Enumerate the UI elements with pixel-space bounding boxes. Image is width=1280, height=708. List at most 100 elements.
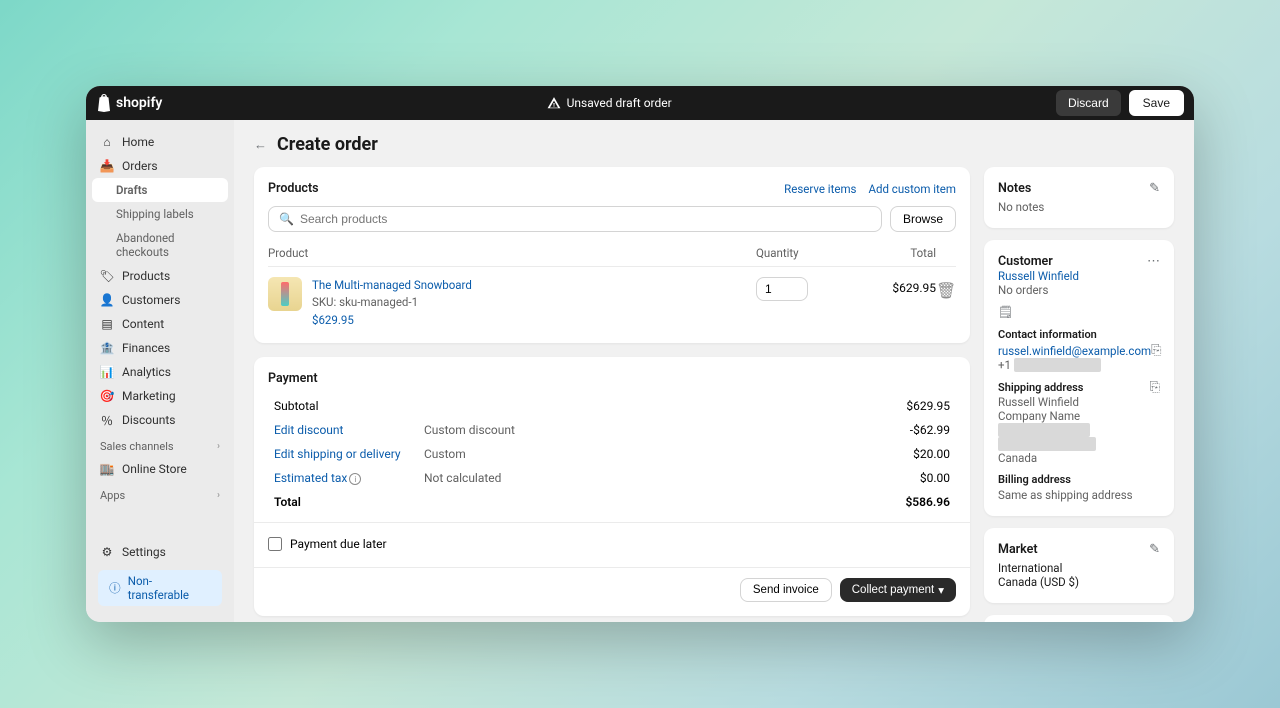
tag-icon: 🏷 <box>100 269 114 283</box>
notes-title: Notes <box>998 181 1031 196</box>
add-custom-item-link[interactable]: Add custom item <box>868 182 956 196</box>
qty-cell <box>756 277 846 301</box>
market-line2: Canada (USD $) <box>998 575 1160 589</box>
customer-email-link[interactable]: russel.winfield@example.com <box>998 344 1151 358</box>
product-thumbnail[interactable] <box>268 277 302 311</box>
quantity-input[interactable] <box>756 277 808 301</box>
chevron-right-icon: › <box>217 490 220 501</box>
search-products-input[interactable] <box>300 212 871 226</box>
nav-online-store-label: Online Store <box>122 462 187 476</box>
nav-discounts-label: Discounts <box>122 413 175 427</box>
nav-orders[interactable]: 📥 Orders <box>92 154 228 178</box>
tags-card: Tags ✎ <box>984 615 1174 622</box>
send-invoice-button[interactable]: Send invoice <box>740 578 832 602</box>
topbar-status: Unsaved draft order <box>162 96 1056 110</box>
apps-label: Apps <box>100 489 125 502</box>
payment-title: Payment <box>268 371 956 386</box>
main-column: Products Reserve items Add custom item 🔍 <box>254 167 970 622</box>
nav-customers[interactable]: 👤Customers <box>92 288 228 312</box>
sidebar-bottom: ⚙Settings ⓘ Non-transferable <box>92 540 228 612</box>
ship-line2: ████ ██ ███ ██ <box>998 437 1160 451</box>
customer-phone: +1 ███ ███ ████ <box>998 358 1160 372</box>
sidebar: ⌂Home 📥 Orders Drafts Shipping labels Aba… <box>86 120 234 622</box>
nav-orders-label: Orders <box>122 159 158 173</box>
notes-text: No notes <box>998 200 1160 214</box>
payment-due-later-checkbox[interactable] <box>268 537 282 551</box>
page-title: Create order <box>277 134 378 155</box>
col-qty-header: Quantity <box>756 246 846 260</box>
tax-info-icon[interactable]: i <box>349 473 361 485</box>
info-icon: ⓘ <box>108 581 122 595</box>
brand-logo[interactable]: shopify <box>96 94 162 112</box>
billing-text: Same as shipping address <box>998 488 1160 502</box>
shipping-amt: $20.00 <box>860 447 950 461</box>
orders-icon: 📥 <box>100 159 114 173</box>
collect-payment-button[interactable]: Collect payment ▾ <box>840 578 956 602</box>
shipping-row: Edit shipping or delivery Custom $20.00 <box>274 442 950 466</box>
search-row: 🔍 Browse <box>268 206 956 232</box>
notes-card: Notes ✎ No notes <box>984 167 1174 228</box>
nav-section-sales[interactable]: Sales channels› <box>92 432 228 457</box>
payment-card: Payment Subtotal $629.95 Edit discount C… <box>254 357 970 617</box>
contact-info-label: Contact information <box>998 328 1160 341</box>
nav-discounts[interactable]: ％Discounts <box>92 408 228 432</box>
products-table-header: Product Quantity Total <box>268 242 956 267</box>
nav-products[interactable]: 🏷Products <box>92 264 228 288</box>
nav-home[interactable]: ⌂Home <box>92 130 228 154</box>
discount-amt: -$62.99 <box>860 423 950 437</box>
nav-section-apps[interactable]: Apps › <box>92 481 228 506</box>
edit-market-icon[interactable]: ✎ <box>1149 542 1160 557</box>
customer-more-icon[interactable]: ⋯ <box>1147 254 1160 269</box>
person-icon: 👤 <box>100 293 114 307</box>
store-icon: 🏬 <box>100 462 114 476</box>
nav-marketing[interactable]: 🎯Marketing <box>92 384 228 408</box>
product-price-link[interactable]: $629.95 <box>312 312 756 329</box>
analytics-icon: 📊 <box>100 365 114 379</box>
ship-name: Russell Winfield <box>998 395 1160 409</box>
discard-button[interactable]: Discard <box>1056 90 1121 116</box>
save-button[interactable]: Save <box>1129 90 1184 116</box>
nav-shipping-labels[interactable]: Shipping labels <box>92 202 228 226</box>
nav-drafts[interactable]: Drafts <box>92 178 228 202</box>
back-arrow-icon[interactable]: ← <box>254 137 267 153</box>
col-total-header: Total <box>846 246 936 260</box>
customer-header: Customer ⋯ <box>998 254 1160 269</box>
finances-icon: 🏦 <box>100 341 114 355</box>
main-area: ⌂Home 📥 Orders Drafts Shipping labels Aba… <box>86 120 1194 622</box>
page-header: ← Create order <box>254 134 1174 155</box>
product-row: The Multi-managed Snowboard SKU: sku-man… <box>268 267 956 329</box>
search-products-input-wrapper[interactable]: 🔍 <box>268 206 882 232</box>
chevron-down-icon: ▾ <box>938 583 944 597</box>
nav-settings[interactable]: ⚙Settings <box>92 540 228 564</box>
ship-country: Canada <box>998 451 1160 465</box>
tax-desc: Not calculated <box>424 471 860 485</box>
edit-shipping-link[interactable]: Edit shipping or delivery <box>274 447 424 461</box>
total-amt: $586.96 <box>860 495 950 509</box>
edit-notes-icon[interactable]: ✎ <box>1149 181 1160 196</box>
notes-header: Notes ✎ <box>998 181 1160 196</box>
total-label: Total <box>274 495 424 509</box>
nav-abandoned[interactable]: Abandoned checkouts <box>92 226 228 264</box>
copy-email-icon[interactable]: ⎘ <box>1151 343 1161 358</box>
nav-online-store[interactable]: 🏬 Online Store <box>92 457 228 481</box>
edit-discount-link[interactable]: Edit discount <box>274 423 424 437</box>
content-area: ← Create order Products Reserve items Ad… <box>234 120 1194 622</box>
nav-abandoned-label: Abandoned checkouts <box>116 231 220 259</box>
nav-finances[interactable]: 🏦Finances <box>92 336 228 360</box>
reserve-items-link[interactable]: Reserve items <box>784 182 856 196</box>
product-sku: SKU: sku-managed-1 <box>312 294 756 311</box>
customer-name-link[interactable]: Russell Winfield <box>998 269 1160 283</box>
nav-analytics[interactable]: 📊Analytics <box>92 360 228 384</box>
collect-payment-label: Collect payment <box>852 584 934 596</box>
delete-row-icon[interactable]: 🗑 <box>936 277 956 300</box>
note-icon[interactable]: 🗒 <box>998 305 1013 319</box>
non-transferable-label: Non-transferable <box>128 574 212 602</box>
warning-icon <box>547 96 561 110</box>
product-name-link[interactable]: The Multi-managed Snowboard <box>312 277 756 294</box>
copy-shipping-icon[interactable]: ⎘ <box>1150 380 1160 395</box>
estimated-tax-link[interactable]: Estimated tax <box>274 471 347 485</box>
browse-button[interactable]: Browse <box>890 206 956 232</box>
nav-content[interactable]: ▤Content <box>92 312 228 336</box>
search-icon: 🔍 <box>279 212 294 226</box>
product-info: The Multi-managed Snowboard SKU: sku-man… <box>312 277 756 329</box>
